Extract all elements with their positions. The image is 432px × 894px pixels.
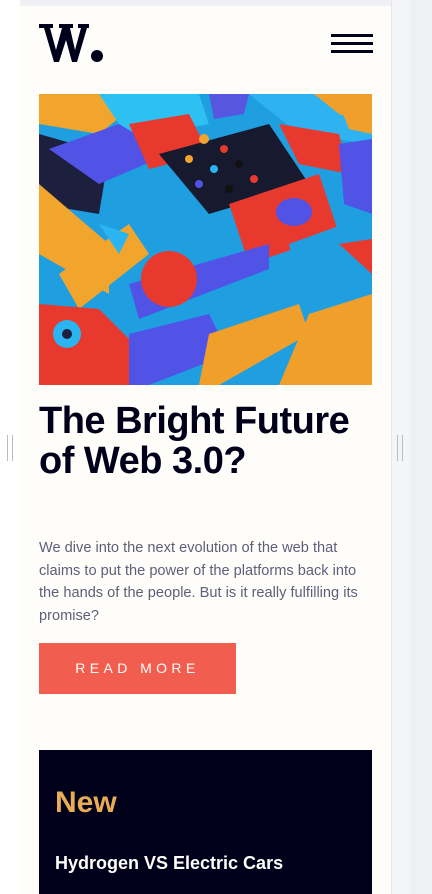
- left-resize-handle[interactable]: [7, 435, 13, 461]
- article-description: We dive into the next evolution of the w…: [39, 540, 358, 624]
- logo[interactable]: [39, 20, 109, 66]
- page-frame: The Bright Future of Web 3.0? We dive in…: [20, 6, 391, 894]
- hero-image: [39, 94, 372, 385]
- article-title: The Bright Future of Web 3.0?: [39, 400, 350, 482]
- read-more-button[interactable]: READ MORE: [39, 643, 236, 694]
- new-section-heading: New: [55, 786, 117, 819]
- new-item-title-link[interactable]: Hydrogen VS Electric Cars: [55, 853, 283, 874]
- right-resize-handle[interactable]: [397, 435, 403, 461]
- hamburger-menu-icon[interactable]: [331, 34, 373, 54]
- new-section: New Hydrogen VS Electric Cars: [39, 750, 372, 894]
